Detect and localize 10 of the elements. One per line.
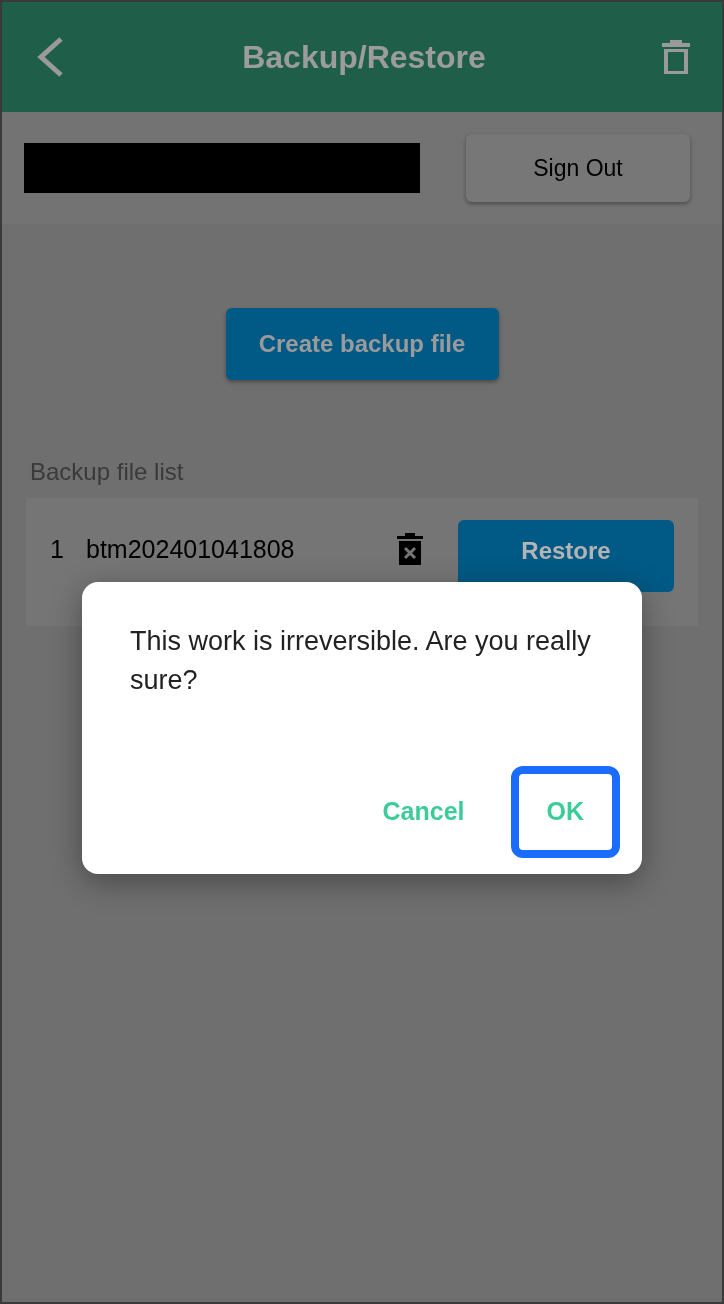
screen-title: Backup/Restore: [242, 38, 486, 77]
dialog-message: This work is irreversible. Are you really sure?: [130, 625, 592, 697]
dialog-button[interactable]: OK: [510, 766, 620, 858]
row-index: 1: [50, 534, 65, 564]
delete-icon[interactable]: [660, 37, 692, 77]
delete-file-icon[interactable]: [396, 532, 424, 566]
file-name: btm202401041808: [86, 534, 296, 564]
sign-out-button[interactable]: Sign Out: [466, 134, 690, 202]
dialog-button[interactable]: Cancel: [366, 766, 481, 858]
create-backup-button[interactable]: Create backup file: [225, 308, 499, 380]
